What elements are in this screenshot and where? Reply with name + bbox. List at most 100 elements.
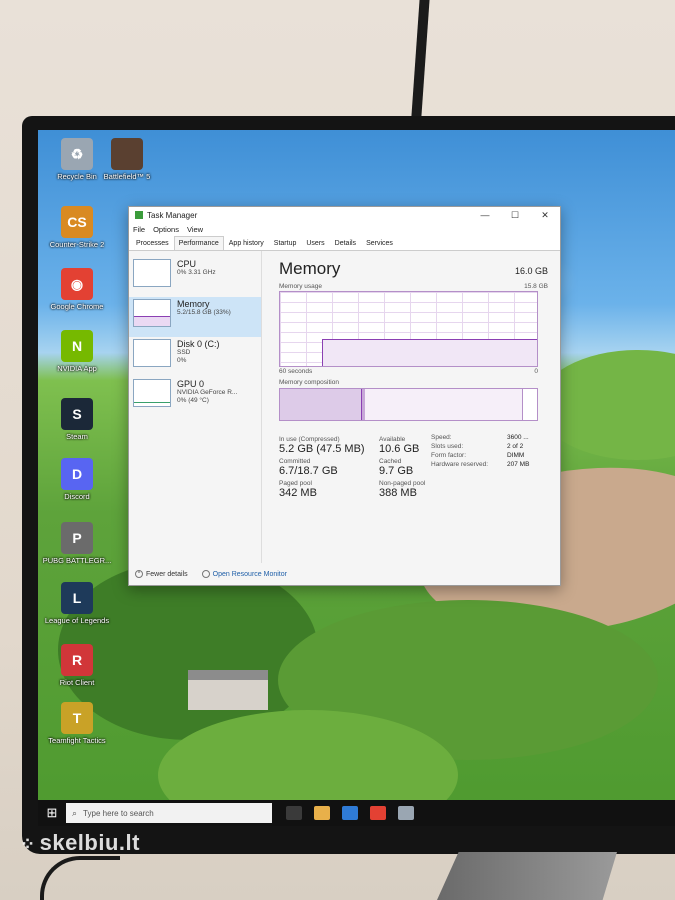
- desktop-icon-label: Google Chrome: [50, 302, 104, 311]
- sidebar-item-gpu[interactable]: GPU 0 NVIDIA GeForce R... 0% (49 °C): [129, 377, 261, 417]
- form-factor-value: DIMM: [507, 452, 525, 459]
- axis-right-label: 0: [534, 368, 538, 375]
- tab-users[interactable]: Users: [301, 236, 329, 250]
- monitor-stand: [437, 852, 617, 900]
- slots-label: Slots used:: [431, 443, 464, 450]
- desktop-icon-label: Counter-Strike 2: [49, 240, 105, 249]
- tab-details[interactable]: Details: [330, 236, 361, 250]
- hw-reserved-label: Hardware reserved:: [431, 461, 489, 468]
- close-button[interactable]: ✕: [530, 210, 560, 221]
- title-bar[interactable]: Task Manager — ☐ ✕: [129, 207, 560, 223]
- desktop-icon-label: League of Legends: [44, 616, 110, 625]
- maximize-button[interactable]: ☐: [500, 210, 530, 221]
- composition-in-use: [280, 389, 362, 420]
- desktop-icon[interactable]: ◉ Google Chrome: [42, 268, 112, 311]
- desktop-icon[interactable]: L League of Legends: [42, 582, 112, 625]
- memory-detail: Memory 16.0 GB Memory usage 15.8 GB 60 s…: [262, 251, 560, 563]
- menu-bar: File Options View: [129, 223, 560, 236]
- composition-label: Memory composition: [279, 379, 339, 386]
- watermark: ⁘ skelbiu.lt: [20, 830, 140, 856]
- form-factor-label: Form factor:: [431, 452, 467, 459]
- monitor-cable: [410, 0, 430, 130]
- desktop-icon[interactable]: Battlefield™ 5: [92, 138, 162, 181]
- desktop-icon[interactable]: S Steam: [42, 398, 112, 441]
- tab-processes[interactable]: Processes: [131, 236, 174, 250]
- desktop-icon-label: NVIDIA App: [57, 364, 97, 373]
- desktop-icon-label: PUBG BATTLEGR...: [42, 556, 112, 565]
- available-label: Available: [379, 436, 406, 443]
- usage-max: 15.8 GB: [524, 283, 548, 290]
- tab-bar: Processes Performance App history Startu…: [129, 236, 560, 251]
- sidebar-item-disk[interactable]: Disk 0 (C:) SSD 0%: [129, 337, 261, 377]
- desktop-icon[interactable]: P PUBG BATTLEGR...: [42, 522, 112, 565]
- desktop-icon-label: Teamfight Tactics: [48, 736, 106, 745]
- desktop: ♻ Recycle Bin Battlefield™ 5 CS Counter-Stri…: [38, 130, 675, 826]
- in-use-label: In use (Compressed): [279, 436, 340, 443]
- memory-usage-fill: [322, 339, 537, 366]
- disk-sparkline: [133, 339, 171, 367]
- menu-options[interactable]: Options: [153, 225, 179, 234]
- app-icon: [111, 138, 143, 170]
- committed-value: 6.7/18.7 GB: [279, 465, 338, 477]
- taskbar-app-icon[interactable]: [342, 806, 358, 820]
- fewer-details-link[interactable]: ^ Fewer details: [135, 570, 188, 578]
- task-manager-window[interactable]: Task Manager — ☐ ✕ File Options View Pro…: [128, 206, 561, 586]
- taskbar-search[interactable]: ⌕ Type here to search: [66, 803, 272, 823]
- minimize-button[interactable]: —: [470, 210, 500, 220]
- desktop-icon[interactable]: N NVIDIA App: [42, 330, 112, 373]
- chevron-up-icon: ^: [135, 570, 143, 578]
- watermark-logo-icon: ⁘: [20, 834, 36, 854]
- fewer-details-label: Fewer details: [146, 570, 188, 578]
- memory-composition-bar: [279, 388, 538, 421]
- desktop-icon[interactable]: R Riot Client: [42, 644, 112, 687]
- tab-app-history[interactable]: App history: [224, 236, 269, 250]
- in-use-value: 5.2 GB (47.5 MB): [279, 443, 365, 455]
- start-button[interactable]: ⊞: [38, 805, 66, 821]
- app-icon: N: [61, 330, 93, 362]
- paged-pool-value: 342 MB: [279, 487, 317, 499]
- speed-label: Speed:: [431, 434, 452, 441]
- memory-usage-graph: [279, 291, 538, 367]
- taskbar-app-icon[interactable]: [398, 806, 414, 820]
- menu-file[interactable]: File: [133, 225, 145, 234]
- detail-title: Memory: [279, 259, 341, 278]
- wallpaper-house: [188, 670, 268, 710]
- resource-list: CPU 0% 3.31 GHz Memory 5.2/15.8 GB (33%): [129, 251, 262, 563]
- menu-view[interactable]: View: [187, 225, 203, 234]
- app-icon: S: [61, 398, 93, 430]
- desktop-icon-label: Riot Client: [59, 678, 95, 687]
- tab-services[interactable]: Services: [361, 236, 398, 250]
- sidebar-item-cpu[interactable]: CPU 0% 3.31 GHz: [129, 257, 261, 297]
- hw-reserved-value: 207 MB: [507, 461, 530, 468]
- sidebar-item-memory[interactable]: Memory 5.2/15.8 GB (33%): [129, 297, 261, 337]
- resource-monitor-link[interactable]: Open Resource Monitor: [201, 570, 287, 578]
- app-icon: D: [61, 458, 93, 490]
- desktop-icon[interactable]: CS Counter-Strike 2: [42, 206, 112, 249]
- tab-performance[interactable]: Performance: [173, 236, 224, 250]
- tab-startup[interactable]: Startup: [269, 236, 302, 250]
- committed-label: Committed: [279, 458, 311, 465]
- taskbar-app-icon[interactable]: [314, 806, 330, 820]
- sidebar-item-label: CPU: [177, 259, 197, 269]
- cable: [40, 856, 120, 900]
- gpu-sparkline: [133, 379, 171, 407]
- memory-sparkline: [133, 299, 171, 327]
- sidebar-item-sub: NVIDIA GeForce R...: [177, 389, 238, 396]
- memory-total: 16.0 GB: [514, 266, 548, 276]
- task-manager-icon: [135, 211, 143, 219]
- non-paged-pool-value: 388 MB: [379, 487, 417, 499]
- sidebar-item-sub: SSD: [177, 349, 191, 356]
- cpu-sparkline: [133, 259, 171, 287]
- composition-standby: [365, 389, 523, 420]
- desktop-icon[interactable]: D Discord: [42, 458, 112, 501]
- watermark-text: skelbiu.lt: [39, 830, 140, 855]
- app-icon: L: [61, 582, 93, 614]
- sidebar-item-sub: 0%: [177, 357, 187, 364]
- taskbar-app-icon[interactable]: [286, 806, 302, 820]
- app-icon: ◉: [61, 268, 93, 300]
- taskbar-app-icon[interactable]: [370, 806, 386, 820]
- desktop-icon[interactable]: T Teamfight Tactics: [42, 702, 112, 745]
- memory-properties: Speed: 3600 ... Slots used: 2 of 2 Form fa…: [431, 433, 529, 502]
- axis-left-label: 60 seconds: [279, 368, 313, 375]
- cached-value: 9.7 GB: [379, 465, 414, 477]
